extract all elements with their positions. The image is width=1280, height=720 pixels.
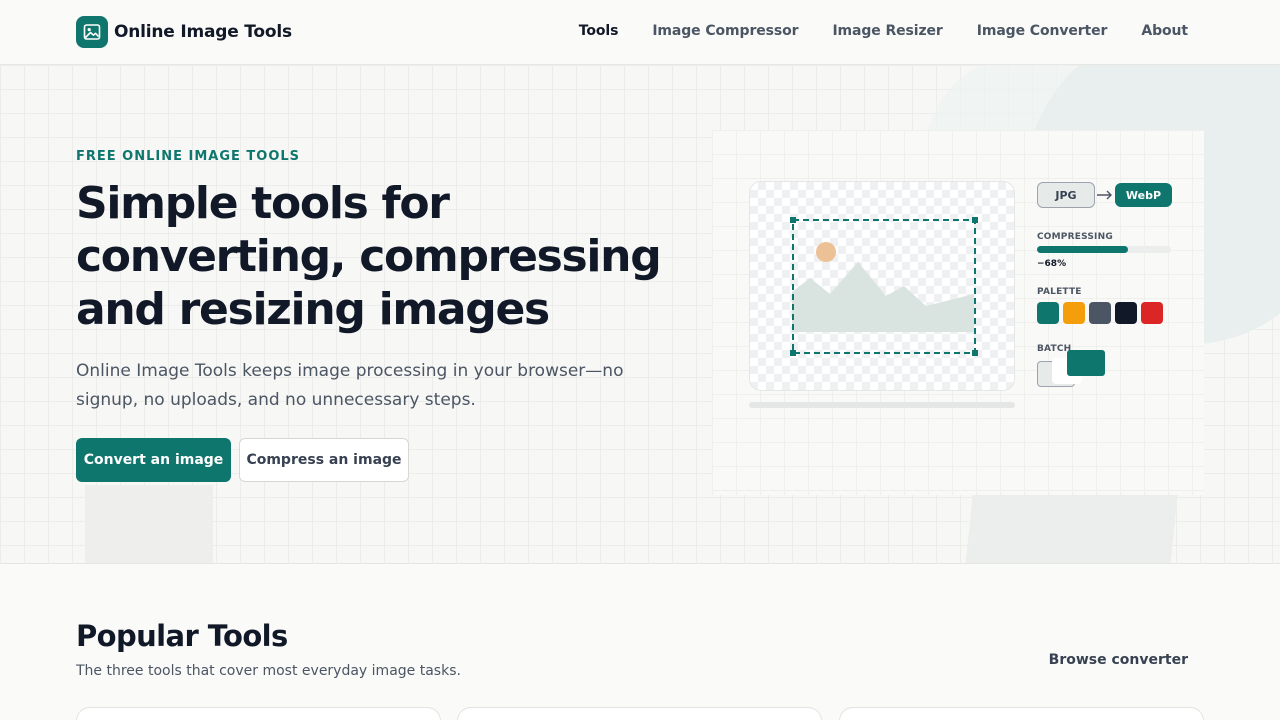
crop-handle [790,350,796,356]
format-chip-webp: WebP [1115,183,1172,207]
mountain-image-icon [790,217,978,356]
nav-image-converter[interactable]: Image Converter [977,23,1108,39]
compress-percentage: −68% [1037,259,1067,269]
brand-logo-link[interactable]: Online Image Tools [76,16,292,48]
format-chip-jpg: JPG [1037,182,1095,208]
decorative-shape [85,485,213,563]
hero-section: FREE ONLINE IMAGE TOOLS Simple tools for… [0,65,1280,564]
browse-converter-link[interactable]: Browse converter [1049,652,1188,668]
image-canvas-preview [749,181,1015,391]
tool-card[interactable] [76,707,441,720]
compress-image-button[interactable]: Compress an image [239,438,409,482]
canvas-scrollbar [749,402,1015,408]
crop-handle [972,350,978,356]
tool-card[interactable] [457,707,822,720]
palette-swatch [1037,302,1059,324]
palette-swatch [1115,302,1137,324]
main-nav: Tools Image Compressor Image Resizer Ima… [545,23,1188,39]
tool-card[interactable] [839,707,1204,720]
nav-tools[interactable]: Tools [579,23,619,39]
hero-title-line: and resizing images [76,284,550,335]
hero-title: Simple tools for converting, compressing… [76,177,666,336]
hero-illustration: JPG WebP COMPRESSING −68% PALETTE BATCH [712,130,1204,495]
hero-eyebrow: FREE ONLINE IMAGE TOOLS [76,149,301,164]
batch-stack [1037,350,1197,396]
arrow-right-icon [1095,183,1115,207]
batch-file [1067,350,1105,376]
hero-description: Online Image Tools keeps image processin… [76,361,624,410]
tool-panel: JPG WebP COMPRESSING −68% PALETTE BATCH [1037,182,1197,396]
color-palette [1037,302,1197,324]
compress-progress-fill [1037,246,1129,253]
nav-image-compressor[interactable]: Image Compressor [652,23,798,39]
hero-title-line: converting, compressing [76,231,662,282]
crop-handle [790,217,796,223]
popular-tools-subtitle: The three tools that cover most everyday… [76,663,461,679]
palette-label: PALETTE [1037,287,1082,297]
palette-swatch [1063,302,1085,324]
compressing-label: COMPRESSING [1037,232,1113,242]
compress-progress-bar [1037,246,1171,253]
image-icon [76,16,108,48]
decorative-shape [963,495,1178,563]
nav-image-resizer[interactable]: Image Resizer [832,23,942,39]
format-conversion: JPG WebP [1037,182,1197,208]
nav-about[interactable]: About [1141,23,1188,39]
palette-swatch [1089,302,1111,324]
convert-image-button[interactable]: Convert an image [76,438,231,482]
popular-tools-title: Popular Tools [76,619,288,653]
batch-label: BATCH [1037,344,1072,354]
palette-swatch [1141,302,1163,324]
crop-handle [972,217,978,223]
hero-title-line: Simple tools for [76,178,450,229]
site-header: Online Image Tools Tools Image Compresso… [0,0,1280,65]
brand-name: Online Image Tools [114,22,292,42]
